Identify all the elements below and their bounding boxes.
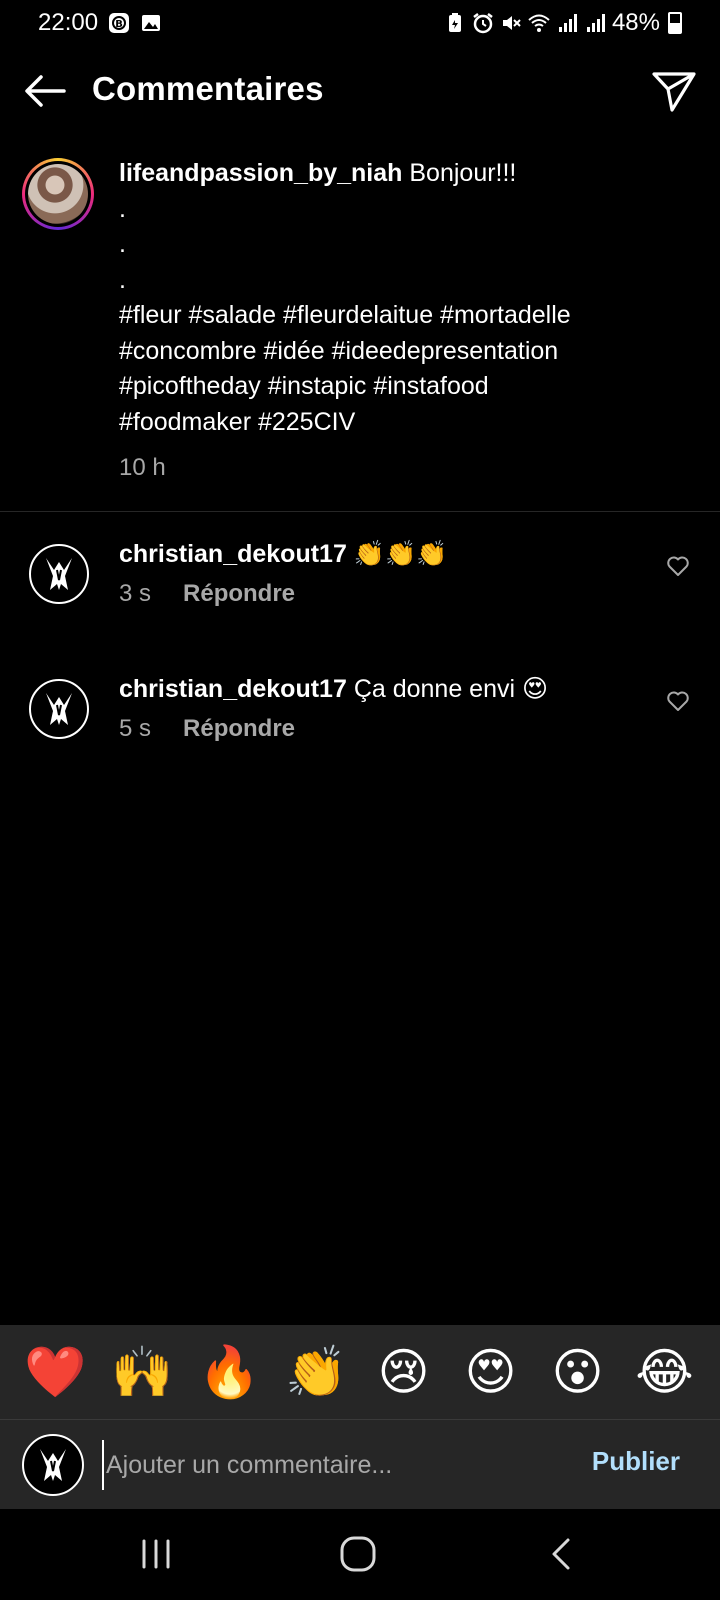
svg-text:B: B xyxy=(115,19,123,30)
emoji-clapping-hands[interactable]: 👏 xyxy=(285,1342,349,1402)
like-heart-icon[interactable] xyxy=(666,689,690,713)
avatar-logo-icon xyxy=(46,693,72,725)
comment-text: 👏👏👏 xyxy=(353,540,448,568)
signal-icon xyxy=(558,14,577,32)
comment-item: christian_dekout17 👏👏👏 3 s Répondre xyxy=(0,536,720,626)
caption-hashtags[interactable]: #foodmaker #225CIV xyxy=(119,405,699,441)
caption-first-line: Bonjour!!! xyxy=(409,159,517,187)
share-button[interactable] xyxy=(650,68,698,116)
system-nav-bar xyxy=(0,1509,720,1600)
avatar-logo-icon xyxy=(40,1449,66,1481)
publish-button[interactable]: Publier xyxy=(592,1446,680,1477)
comment-composer: Publier xyxy=(0,1419,720,1509)
back-nav-button[interactable] xyxy=(530,1531,590,1577)
emoji-raising-hands[interactable]: 🙌 xyxy=(111,1342,175,1402)
caption-hashtags[interactable]: #picoftheday #instapic #instafood xyxy=(119,369,699,405)
avatar-logo-icon xyxy=(46,558,72,590)
emoji-fire[interactable]: 🔥 xyxy=(198,1342,262,1402)
comment-username[interactable]: christian_dekout17 xyxy=(119,540,347,568)
home-button[interactable] xyxy=(328,1531,388,1577)
recent-apps-button[interactable] xyxy=(126,1531,186,1577)
status-left: 22:00 B xyxy=(38,9,162,37)
emoji-surprised-face[interactable]: 😮 xyxy=(546,1342,610,1402)
commenter-avatar[interactable] xyxy=(29,679,89,739)
comment-timestamp: 5 s xyxy=(119,715,152,742)
comment-input[interactable] xyxy=(102,1440,562,1490)
wifi-icon xyxy=(528,14,550,32)
reply-button[interactable]: Répondre xyxy=(183,580,295,608)
comment-item: christian_dekout17 Ça donne envi 😍 5 s R… xyxy=(0,671,720,761)
avatar-photo xyxy=(28,164,88,224)
emoji-crying-face[interactable]: 😢 xyxy=(372,1342,436,1402)
arrow-left-icon xyxy=(25,75,66,107)
emoji-red-heart[interactable]: ❤️ xyxy=(24,1342,88,1402)
emoji-heart-eyes[interactable]: 😍 xyxy=(459,1342,523,1402)
emoji-tears-of-joy[interactable]: 😂 xyxy=(633,1342,697,1402)
page-title: Commentaires xyxy=(92,70,324,107)
battery-saver-icon xyxy=(448,13,461,32)
paper-plane-icon xyxy=(652,72,696,112)
caption-line: . xyxy=(119,230,126,258)
comment-timestamp: 3 s xyxy=(119,580,152,607)
caption-timestamp: 10 h xyxy=(119,454,166,481)
b-badge-icon: B xyxy=(109,13,130,33)
status-bar: 22:00 B 48% xyxy=(0,0,720,46)
chevron-left-icon xyxy=(552,1538,570,1570)
caption-text: lifeandpassion_by_niah Bonjour!!! . . . … xyxy=(119,156,699,440)
header: Commentaires xyxy=(0,56,720,126)
battery-percent: 48% xyxy=(611,9,660,36)
caption-line: . xyxy=(119,194,126,223)
alarm-icon xyxy=(473,13,493,34)
emoji-quick-bar: ❤️ 🙌 🔥 👏 😢 😍 😮 😂 xyxy=(0,1325,720,1419)
recent-apps-icon xyxy=(142,1539,170,1569)
comment-text: Ça donne envi 😍 xyxy=(353,675,549,703)
caption-line: . xyxy=(119,265,126,294)
post-caption: lifeandpassion_by_niah Bonjour!!! . . . … xyxy=(0,156,720,512)
author-avatar[interactable] xyxy=(22,158,94,230)
reply-button[interactable]: Répondre xyxy=(183,715,295,743)
status-time: 22:00 xyxy=(38,9,99,36)
back-button[interactable] xyxy=(22,68,68,114)
caption-hashtags[interactable]: #concombre #idée #ideedepresentation xyxy=(119,334,699,370)
home-icon xyxy=(340,1536,376,1572)
caption-hashtags[interactable]: #fleur #salade #fleurdelaitue #mortadell… xyxy=(119,298,699,334)
signal-icon xyxy=(586,14,605,32)
mute-icon xyxy=(502,16,521,30)
battery-icon xyxy=(668,12,682,34)
comment-username[interactable]: christian_dekout17 xyxy=(119,675,347,703)
like-heart-icon[interactable] xyxy=(666,554,690,578)
status-right: 48% xyxy=(444,9,682,37)
caption-username[interactable]: lifeandpassion_by_niah xyxy=(119,159,402,187)
current-user-avatar xyxy=(22,1434,84,1496)
commenter-avatar[interactable] xyxy=(29,544,89,604)
image-icon xyxy=(142,15,161,31)
